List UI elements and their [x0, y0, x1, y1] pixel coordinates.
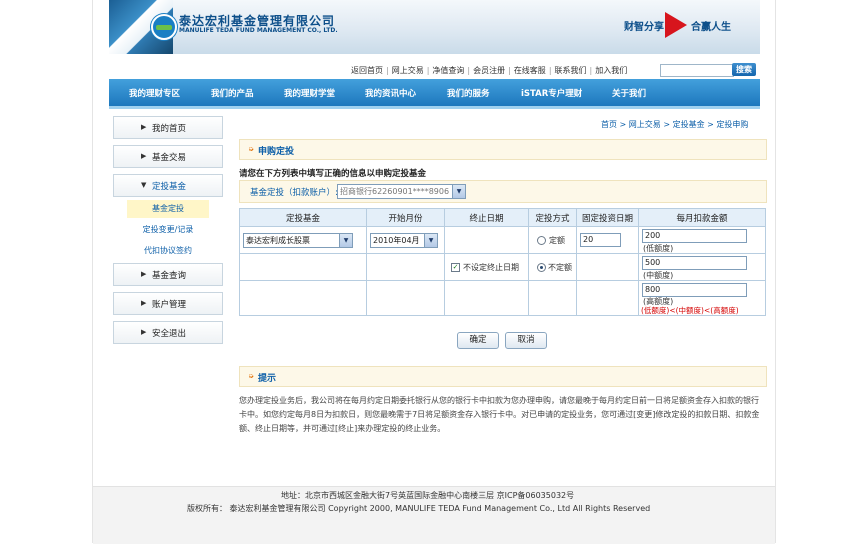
- main-nav: 我的理财专区 我们的产品 我的理财学堂 我的资讯中心 我们的服务 iSTAR专户…: [109, 79, 760, 109]
- col-header-day: 固定投资日期: [576, 208, 639, 227]
- slogan-arrow-icon: [665, 12, 687, 38]
- fund-select[interactable]: 泰达宏利成长股票 ▼: [243, 233, 353, 248]
- amount-high-input[interactable]: 800: [642, 283, 747, 297]
- toplink-register[interactable]: 会员注册: [473, 66, 505, 75]
- confirm-button[interactable]: 确定: [457, 332, 499, 349]
- table-row: ✓ 不设定终止日期 不定额 500 (中额度): [239, 253, 766, 281]
- nav-products[interactable]: 我们的产品: [211, 87, 254, 99]
- amount-constraint-note: (低额度)<(中额度)<(高额度): [641, 306, 739, 315]
- instruction-text: 请您在下方列表中填写正确的信息以申购定投基金: [239, 169, 427, 179]
- nav-school[interactable]: 我的理财学堂: [284, 87, 335, 99]
- chevron-right-icon: ▶: [141, 270, 147, 278]
- breadcrumb-trade[interactable]: 网上交易: [629, 120, 661, 129]
- toplink-nav-query[interactable]: 净值查询: [432, 66, 464, 75]
- slogan-right: 合赢人生: [691, 22, 731, 33]
- footer: 地址：北京市西城区金融大街7号英蓝国际金融中心南楼三层 京ICP备0603503…: [93, 486, 775, 544]
- top-links: 返回首页 | 网上交易 | 净值查询 | 会员注册 | 在线客服 | 联系我们 | 加入我们: [351, 66, 628, 75]
- section-title: 申购定投: [258, 147, 295, 157]
- sidebar-sub-change-record[interactable]: 定投变更/记录: [113, 221, 223, 239]
- account-label: 基金定投（扣款账户）:: [250, 188, 338, 198]
- footer-address: 地址：北京市西城区金融大街7号英蓝国际金融中心南楼三层 京ICP备0603503…: [281, 491, 575, 500]
- footer-copyright: 版权所有： 泰达宏利基金管理有限公司 Copyright 2000, MANUL…: [187, 504, 651, 513]
- nav-services[interactable]: 我们的服务: [447, 87, 490, 99]
- chevron-down-icon: ▼: [424, 234, 437, 247]
- table-row: 泰达宏利成长股票 ▼ 2010年04月 ▼ 定额 20 200 (低额度): [239, 226, 766, 254]
- amount-low-label: (低额度): [643, 244, 674, 253]
- sidebar-sub-agreement[interactable]: 代扣协议签约: [113, 242, 223, 260]
- sidebar-sub-fixed-invest[interactable]: 基金定投: [127, 200, 209, 218]
- chevron-right-icon: ▶: [141, 328, 147, 336]
- sidebar-item-label: 基金交易: [152, 153, 187, 163]
- toplink-home[interactable]: 返回首页: [351, 66, 383, 75]
- section-apply-header: ➭ 申购定投: [239, 139, 767, 160]
- start-month-select[interactable]: 2010年04月 ▼: [370, 233, 438, 248]
- toplink-support[interactable]: 在线客服: [514, 66, 546, 75]
- nav-news[interactable]: 我的资讯中心: [365, 87, 416, 99]
- tip-text: 您办理定投业务后，我公司将在每月约定日期委托银行从您的银行卡中扣款为您办理申购，…: [239, 396, 760, 433]
- sidebar-item-fixed-invest[interactable]: ▼ 定投基金: [113, 174, 223, 197]
- breadcrumb-fixed-invest[interactable]: 定投基金: [673, 120, 705, 129]
- mode-fixed-radio[interactable]: [537, 236, 546, 245]
- col-header-end: 终止日期: [444, 208, 529, 227]
- toplink-join[interactable]: 加入我们: [595, 66, 627, 75]
- nav-my-finance[interactable]: 我的理财专区: [129, 87, 180, 99]
- no-end-label: 不设定终止日期: [463, 263, 519, 272]
- chevron-right-icon: ▶: [141, 299, 147, 307]
- nav-istar[interactable]: iSTAR专户理财: [521, 87, 582, 99]
- chevron-right-icon: ▶: [141, 123, 147, 131]
- table-row: 800 (高额度) (低额度)<(中额度)<(高额度): [239, 280, 766, 316]
- breadcrumb: 首页 > 网上交易 > 定投基金 > 定投申购: [601, 120, 749, 129]
- sidebar-item-logout[interactable]: ▶ 安全退出: [113, 321, 223, 344]
- page: 泰达宏利基金管理有限公司 MANULIFE TEDA FUND MANAGEME…: [0, 0, 866, 544]
- cancel-button[interactable]: 取消: [505, 332, 547, 349]
- amount-mid-input[interactable]: 500: [642, 256, 747, 270]
- toplink-contact[interactable]: 联系我们: [555, 66, 587, 75]
- toplink-trade[interactable]: 网上交易: [392, 66, 424, 75]
- amount-mid-label: (中额度): [643, 271, 674, 280]
- chevron-right-icon: ▶: [141, 152, 147, 160]
- chevron-down-icon: ▼: [141, 181, 147, 189]
- breadcrumb-current: 定投申购: [716, 120, 749, 129]
- company-logo-icon: [151, 14, 177, 40]
- col-header-fund: 定投基金: [239, 208, 367, 227]
- sidebar: ▶ 我的首页 ▶ 基金交易 ▼ 定投基金 基金定投 定投变更/记录 代扣协议签约 ▶ 基…: [113, 116, 223, 350]
- sidebar-item-label: 基金查询: [152, 271, 187, 281]
- search-button[interactable]: 搜索: [732, 63, 756, 76]
- account-select[interactable]: 招商银行62260901****8906 ▼: [337, 184, 466, 199]
- chevron-down-icon: ▼: [452, 185, 465, 198]
- nav-about[interactable]: 关于我们: [612, 87, 646, 99]
- search-input[interactable]: [660, 64, 734, 77]
- sidebar-item-label: 账户管理: [152, 300, 187, 310]
- header-banner: 泰达宏利基金管理有限公司 MANULIFE TEDA FUND MANAGEME…: [109, 0, 760, 54]
- site-frame: 泰达宏利基金管理有限公司 MANULIFE TEDA FUND MANAGEME…: [92, 0, 776, 544]
- chevron-down-icon: ▼: [339, 234, 352, 247]
- sidebar-item-account[interactable]: ▶ 账户管理: [113, 292, 223, 315]
- mode-fixed-label: 定额: [549, 236, 565, 245]
- account-bar: 基金定投（扣款账户）: 招商银行62260901****8906 ▼: [239, 180, 767, 203]
- section-title: 提示: [258, 374, 277, 384]
- no-end-checkbox[interactable]: ✓: [451, 263, 460, 272]
- arrow-bullet-icon: ➭: [248, 372, 254, 380]
- col-header-mode: 定投方式: [528, 208, 577, 227]
- mode-variable-label: 不定额: [548, 263, 572, 272]
- sidebar-item-label: 我的首页: [152, 124, 187, 134]
- amount-low-input[interactable]: 200: [642, 229, 747, 243]
- col-header-amount: 每月扣款金额: [638, 208, 766, 227]
- table-header-row: 定投基金 开始月份 终止日期 定投方式 固定投资日期 每月扣款金额: [239, 208, 766, 227]
- mode-variable-radio[interactable]: [537, 263, 546, 272]
- invest-day-input[interactable]: 20: [580, 233, 621, 247]
- fixed-invest-table: 定投基金 开始月份 终止日期 定投方式 固定投资日期 每月扣款金额 泰达宏利成长…: [239, 208, 766, 316]
- col-header-start: 开始月份: [366, 208, 445, 227]
- sidebar-item-label: 定投基金: [152, 182, 187, 192]
- sidebar-item-query[interactable]: ▶ 基金查询: [113, 263, 223, 286]
- section-tip-header: ➭ 提示: [239, 366, 767, 387]
- sidebar-item-label: 安全退出: [152, 329, 187, 339]
- company-name-en: MANULIFE TEDA FUND MANAGEMENT CO., LTD.: [179, 27, 338, 34]
- slogan-left: 财智分享: [624, 22, 664, 33]
- breadcrumb-home[interactable]: 首页: [601, 120, 617, 129]
- sidebar-item-home[interactable]: ▶ 我的首页: [113, 116, 223, 139]
- sidebar-item-trade[interactable]: ▶ 基金交易: [113, 145, 223, 168]
- arrow-bullet-icon: ➭: [248, 145, 254, 153]
